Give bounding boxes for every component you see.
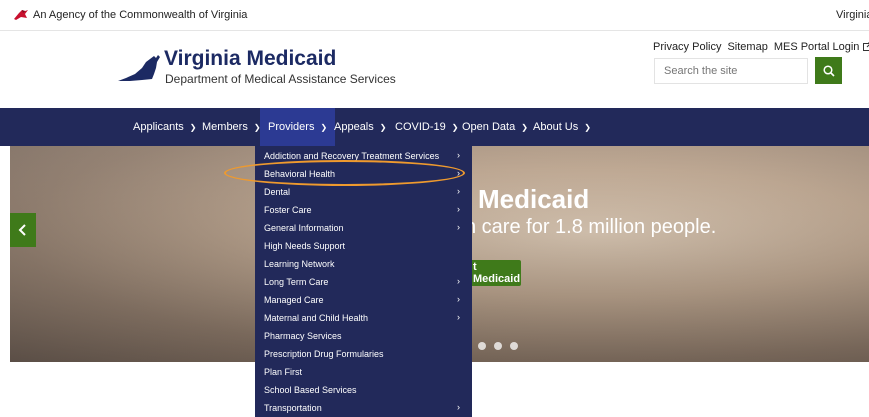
dropdown-item-dental[interactable]: Dental › xyxy=(255,183,472,201)
chevron-right-icon: › xyxy=(457,276,460,286)
dropdown-item-label: Long Term Care xyxy=(264,277,329,287)
dropdown-item-long-term-care[interactable]: Long Term Care › xyxy=(255,273,472,291)
chevron-right-icon: › xyxy=(457,222,460,232)
dropdown-item-label: General Information xyxy=(264,223,344,233)
dropdown-item-maternal-child-health[interactable]: Maternal and Child Health › xyxy=(255,309,472,327)
dropdown-item-label: Dental xyxy=(264,187,291,197)
nav-providers-label: Providers xyxy=(268,121,315,133)
nav-covid19-label: COVID-19 xyxy=(395,121,446,133)
dropdown-item-label: Foster Care xyxy=(264,205,312,215)
chevron-right-icon: › xyxy=(457,168,460,178)
dropdown-item-label: Behavioral Health xyxy=(264,169,336,179)
site-subtitle: Department of Medical Assistance Service… xyxy=(165,72,396,86)
nav-appeals-label: Appeals xyxy=(334,121,374,133)
dropdown-item-learning-network[interactable]: Learning Network xyxy=(255,255,472,273)
sitemap-link[interactable]: Sitemap xyxy=(727,41,767,53)
dropdown-item-high-needs-support[interactable]: High Needs Support xyxy=(255,237,472,255)
chevron-left-icon xyxy=(18,224,26,236)
carousel-prev-button[interactable] xyxy=(10,213,36,247)
nav-members[interactable]: Members ❯ xyxy=(202,108,261,146)
hero-subtitle: n care for 1.8 million people. xyxy=(465,216,717,238)
nav-applicants[interactable]: Applicants ❯ xyxy=(133,108,196,146)
dropdown-item-label: School Based Services xyxy=(264,385,357,395)
nav-about-us-label: About Us xyxy=(533,121,579,133)
carousel-dot[interactable] xyxy=(494,342,502,350)
chevron-down-icon: ❯ xyxy=(521,122,528,132)
dropdown-item-label: Prescription Drug Formularies xyxy=(264,349,384,359)
site-title[interactable]: Virginia Medicaid xyxy=(164,47,336,71)
mes-portal-login-link[interactable]: MES Portal Login xyxy=(774,41,869,53)
nav-covid19[interactable]: COVID-19 ❯ xyxy=(395,108,458,146)
chevron-down-icon: ❯ xyxy=(451,122,459,132)
agency-link[interactable]: An Agency of the Commonwealth of Virgini… xyxy=(13,9,247,21)
dropdown-item-label: Addiction and Recovery Treatment Service… xyxy=(264,151,440,161)
external-link-icon xyxy=(862,42,869,51)
virginia-state-logo[interactable] xyxy=(118,54,160,82)
dropdown-item-transportation[interactable]: Transportation › xyxy=(255,399,472,417)
nav-about-us[interactable]: About Us ❯ xyxy=(533,108,591,146)
dropdown-item-label: Maternal and Child Health xyxy=(264,313,369,323)
chevron-right-icon: › xyxy=(457,294,460,304)
carousel-dot[interactable] xyxy=(510,342,518,350)
hero-title: Medicaid xyxy=(478,184,590,214)
dropdown-item-managed-care[interactable]: Managed Care › xyxy=(255,291,472,309)
dropdown-item-label: Plan First xyxy=(264,367,303,377)
mes-portal-login-label: MES Portal Login xyxy=(773,41,860,53)
dropdown-item-label: Transportation xyxy=(264,403,322,413)
search-button[interactable] xyxy=(815,57,842,84)
dropdown-item-label: High Needs Support xyxy=(264,241,346,251)
chevron-right-icon: › xyxy=(457,312,460,322)
dropdown-item-label: Managed Care xyxy=(264,295,324,305)
chevron-down-icon: ❯ xyxy=(379,122,387,132)
dropdown-item-pharmacy-services[interactable]: Pharmacy Services xyxy=(255,327,472,345)
dropdown-item-school-based-services[interactable]: School Based Services xyxy=(255,381,472,399)
chevron-down-icon: ❯ xyxy=(584,122,591,132)
chevron-down-icon: ❯ xyxy=(189,122,197,132)
providers-dropdown: Addiction and Recovery Treatment Service… xyxy=(255,146,472,417)
virginia-gov-link[interactable]: Virginia.gov xyxy=(836,9,869,21)
dropdown-item-general-information[interactable]: General Information › xyxy=(255,219,472,237)
nav-open-data-label: Open Data xyxy=(462,121,516,133)
main-nav: Applicants ❯ Members ❯ Providers ❯ Appea… xyxy=(0,108,869,146)
nav-appeals[interactable]: Appeals ❯ xyxy=(334,108,386,146)
nav-members-label: Members xyxy=(202,121,248,133)
privacy-policy-link[interactable]: Privacy Policy xyxy=(653,41,721,53)
dropdown-item-foster-care[interactable]: Foster Care › xyxy=(255,201,472,219)
nav-open-data[interactable]: Open Data ❯ xyxy=(462,108,528,146)
utility-links: Privacy Policy Sitemap MES Portal Login xyxy=(653,41,869,53)
search-input[interactable] xyxy=(654,58,808,84)
chevron-right-icon: › xyxy=(457,402,460,412)
chevron-down-icon: ❯ xyxy=(320,122,328,132)
nav-providers[interactable]: Providers ❯ xyxy=(260,108,336,146)
page: An Agency of the Commonwealth of Virgini… xyxy=(0,0,869,417)
agency-text: An Agency of the Commonwealth of Virgini… xyxy=(33,9,248,21)
dropdown-item-behavioral-health[interactable]: Behavioral Health › xyxy=(255,165,472,183)
dropdown-item-prescription-drug-formularies[interactable]: Prescription Drug Formularies xyxy=(255,345,472,363)
carousel-dots xyxy=(478,342,518,350)
dropdown-item-label: Learning Network xyxy=(264,259,335,269)
nav-applicants-label: Applicants xyxy=(133,121,184,133)
search-icon xyxy=(822,64,835,77)
cardinal-icon xyxy=(14,10,28,20)
dropdown-item-label: Pharmacy Services xyxy=(264,331,342,341)
chevron-right-icon: › xyxy=(457,150,460,160)
dropdown-item-plan-first[interactable]: Plan First xyxy=(255,363,472,381)
dropdown-item-addiction-recovery[interactable]: Addiction and Recovery Treatment Service… xyxy=(255,147,472,165)
agency-bar: An Agency of the Commonwealth of Virgini… xyxy=(0,0,869,31)
chevron-right-icon: › xyxy=(457,186,460,196)
chevron-right-icon: › xyxy=(457,204,460,214)
carousel-dot[interactable] xyxy=(478,342,486,350)
